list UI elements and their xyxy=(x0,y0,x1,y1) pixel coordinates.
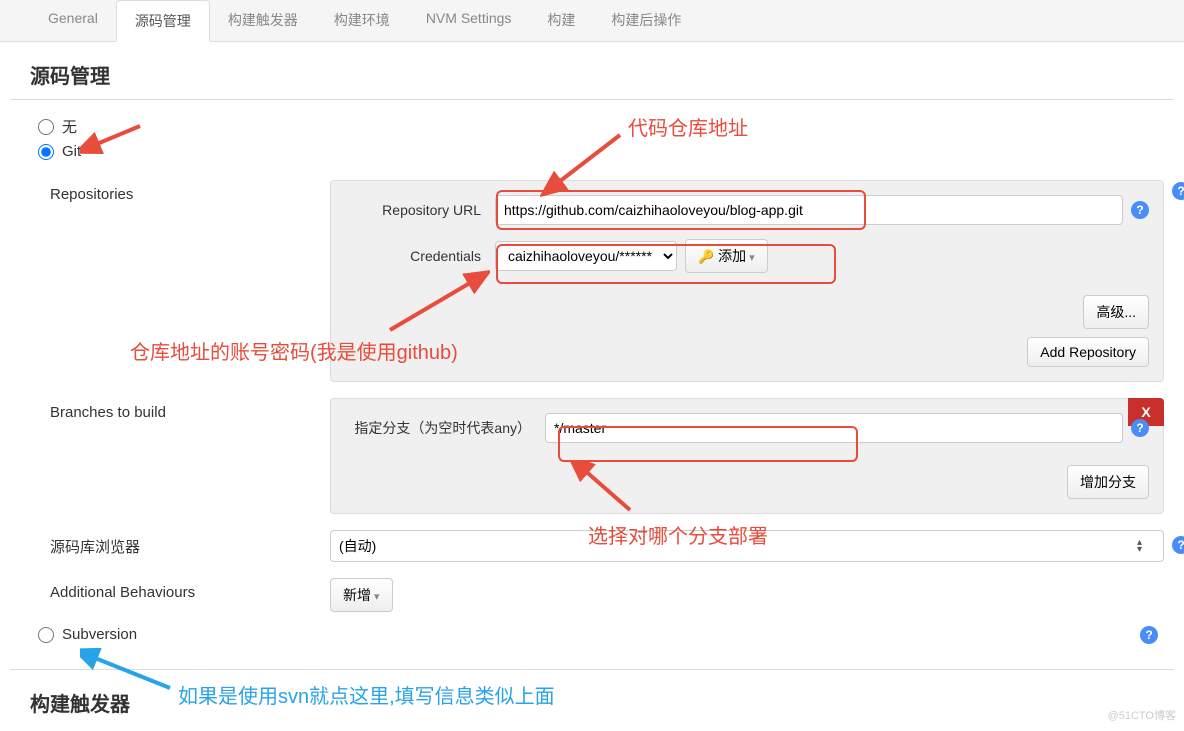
add-behaviour-button[interactable]: 新增 xyxy=(330,578,393,612)
tab-post[interactable]: 构建后操作 xyxy=(593,0,699,41)
add-credentials-button[interactable]: 🔑 添加 xyxy=(685,239,768,273)
credentials-label: Credentials xyxy=(345,248,495,264)
tab-build[interactable]: 构建 xyxy=(529,0,593,41)
radio-subversion-label: Subversion xyxy=(62,626,137,643)
tab-scm[interactable]: 源码管理 xyxy=(116,0,210,42)
behaviours-label: Additional Behaviours xyxy=(50,578,330,601)
advanced-button[interactable]: 高级... xyxy=(1083,295,1149,329)
help-icon[interactable]: ? xyxy=(1131,201,1149,219)
add-branch-button[interactable]: 增加分支 xyxy=(1067,465,1149,499)
repo-url-input[interactable] xyxy=(495,195,1123,225)
radio-git-label: Git xyxy=(62,143,81,160)
tab-nvm[interactable]: NVM Settings xyxy=(408,0,530,41)
section-title-scm: 源码管理 xyxy=(0,42,1184,99)
add-repository-button[interactable]: Add Repository xyxy=(1027,337,1149,367)
credentials-select[interactable]: caizhihaoloveyou/****** xyxy=(495,241,677,271)
help-icon[interactable]: ? xyxy=(1172,536,1184,554)
repo-browser-select[interactable]: (自动) xyxy=(330,530,1164,562)
repo-url-label: Repository URL xyxy=(345,202,495,218)
repositories-label: Repositories xyxy=(50,180,330,203)
branch-spec-label: 指定分支（为空时代表any） xyxy=(345,418,545,438)
tab-general[interactable]: General xyxy=(30,0,116,41)
radio-none-label: 无 xyxy=(62,116,77,137)
branches-label: Branches to build xyxy=(50,398,330,421)
help-icon[interactable]: ? xyxy=(1172,182,1184,200)
radio-subversion[interactable] xyxy=(38,627,54,643)
tab-env[interactable]: 构建环境 xyxy=(316,0,408,41)
section-title-triggers: 构建触发器 xyxy=(0,670,1184,727)
repo-browser-label: 源码库浏览器 xyxy=(50,530,330,557)
help-icon[interactable]: ? xyxy=(1140,626,1158,644)
watermark: @51CTO博客 xyxy=(1108,707,1176,723)
tab-triggers[interactable]: 构建触发器 xyxy=(210,0,316,41)
branch-spec-input[interactable] xyxy=(545,413,1123,443)
scm-content: 无 Git Repositories Repository URL ? xyxy=(0,100,1184,643)
help-icon[interactable]: ? xyxy=(1131,419,1149,437)
radio-none[interactable] xyxy=(38,119,54,135)
config-tabs: General 源码管理 构建触发器 构建环境 NVM Settings 构建 … xyxy=(0,0,1184,42)
radio-git[interactable] xyxy=(38,144,54,160)
repositories-panel: Repository URL ? Credentials caizhihaolo… xyxy=(330,180,1164,382)
branches-panel: X 指定分支（为空时代表any） ? 增加分支 xyxy=(330,398,1164,514)
